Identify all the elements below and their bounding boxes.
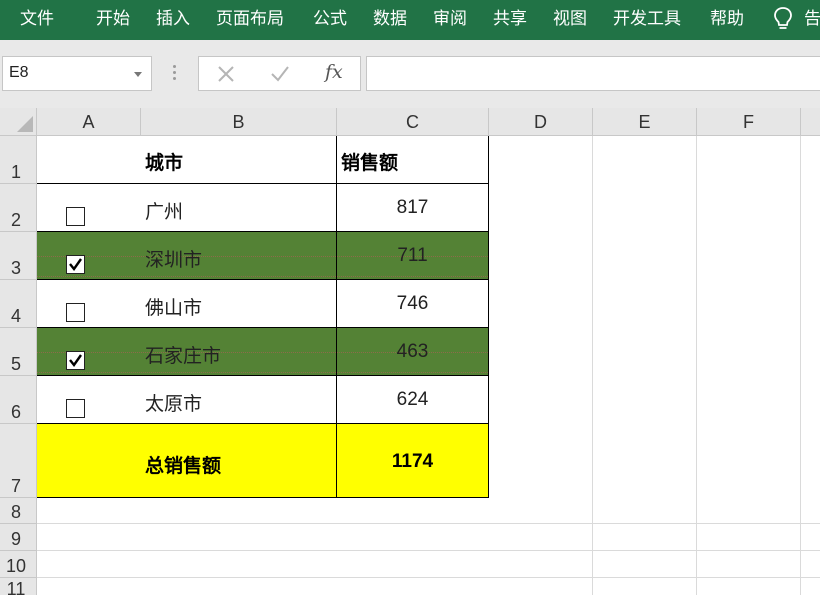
tab-help[interactable]: 帮助: [710, 8, 744, 30]
drag-handle-icon[interactable]: [173, 65, 176, 81]
tab-formulas[interactable]: 公式: [313, 8, 347, 30]
checkbox-checked[interactable]: [66, 351, 85, 370]
tab-share[interactable]: 共享: [493, 8, 527, 30]
row-header-4[interactable]: 4: [0, 280, 37, 328]
gridline: [800, 136, 801, 595]
table-header-row: 城市 销售额: [37, 136, 488, 184]
row-header-1[interactable]: 1: [0, 136, 37, 184]
gridline: [696, 136, 697, 595]
tab-data[interactable]: 数据: [373, 8, 407, 30]
column-header-d[interactable]: D: [489, 108, 593, 136]
name-box[interactable]: E8: [2, 56, 152, 91]
total-label: 总销售额: [145, 455, 222, 477]
table-row: 广州 817: [37, 184, 488, 232]
table-row: 太原市 624: [37, 376, 488, 424]
column-header-c[interactable]: C: [337, 108, 489, 136]
gridline: [592, 136, 593, 595]
formula-bar: E8 fx: [0, 40, 820, 108]
header-sales: 销售额: [341, 152, 399, 174]
total-row: 总销售额 1174: [37, 424, 488, 498]
checkmark-icon: [69, 354, 82, 368]
tab-page-layout[interactable]: 页面布局: [216, 8, 284, 30]
row-header-10[interactable]: 10: [0, 551, 37, 578]
cancel-icon[interactable]: [215, 63, 237, 85]
table-border: [488, 136, 489, 498]
row-header-3[interactable]: 3: [0, 232, 37, 280]
table-row: 深圳市 711: [37, 232, 488, 280]
table-row: 佛山市 746: [37, 280, 488, 328]
lightbulb-icon[interactable]: [772, 6, 794, 32]
table-row: 石家庄市 463: [37, 328, 488, 376]
chevron-down-icon[interactable]: [134, 72, 142, 77]
spreadsheet-grid[interactable]: A B C D E F 1 2 3 4 5 6 7 8 9 10 11 城市 销…: [0, 108, 820, 595]
tab-view[interactable]: 视图: [553, 8, 587, 30]
tab-developer[interactable]: 开发工具: [613, 8, 681, 30]
checkbox-unchecked[interactable]: [66, 207, 85, 226]
enter-check-icon[interactable]: [269, 63, 291, 85]
row-header-5[interactable]: 5: [0, 328, 37, 376]
row-header-7[interactable]: 7: [0, 424, 37, 498]
formula-input[interactable]: [366, 56, 820, 91]
column-header-f[interactable]: F: [697, 108, 801, 136]
sales-cell: 624: [396, 389, 429, 410]
table-border: [37, 183, 488, 184]
total-value: 1174: [391, 451, 434, 472]
gridline: [37, 550, 820, 551]
sales-cell: 746: [396, 293, 429, 314]
gridline: [37, 523, 820, 524]
checkbox-unchecked[interactable]: [66, 303, 85, 322]
formula-buttons: fx: [198, 56, 361, 91]
city-cell: 石家庄市: [145, 345, 222, 367]
column-header-g[interactable]: [801, 108, 820, 136]
insert-function-icon[interactable]: fx: [325, 61, 343, 83]
table-border: [37, 423, 488, 424]
checkmark-icon: [69, 258, 82, 272]
tab-file[interactable]: 文件: [20, 8, 54, 30]
row-header-9[interactable]: 9: [0, 524, 37, 551]
checkbox-checked[interactable]: [66, 255, 85, 274]
city-cell: 深圳市: [145, 249, 203, 271]
table-border: [37, 497, 488, 498]
name-box-value: E8: [9, 64, 29, 81]
city-cell: 广州: [145, 201, 184, 223]
row-header-6[interactable]: 6: [0, 376, 37, 424]
table-border: [37, 231, 488, 232]
tab-home[interactable]: 开始: [96, 8, 130, 30]
tell-me-search[interactable]: 告: [804, 8, 820, 30]
tab-review[interactable]: 审阅: [433, 8, 467, 30]
select-all-corner[interactable]: [0, 108, 37, 136]
checkbox-unchecked[interactable]: [66, 399, 85, 418]
gridline: [37, 577, 820, 578]
column-header-b[interactable]: B: [141, 108, 337, 136]
row-header-11[interactable]: 11: [0, 578, 37, 595]
city-cell: 佛山市: [145, 297, 203, 319]
table-border: [37, 375, 488, 376]
ribbon-menu-bar: 文件 开始 插入 页面布局 公式 数据 审阅 共享 视图 开发工具 帮助 告: [0, 0, 820, 40]
table-border: [37, 279, 488, 280]
column-header-e[interactable]: E: [593, 108, 697, 136]
city-cell: 太原市: [145, 393, 203, 415]
tab-insert[interactable]: 插入: [156, 8, 190, 30]
table-border: [37, 327, 488, 328]
table-border: [336, 136, 337, 498]
header-city: 城市: [145, 152, 184, 174]
column-header-a[interactable]: A: [37, 108, 141, 136]
sales-cell: 463: [396, 341, 429, 362]
sales-cell: 711: [397, 245, 428, 266]
row-header-8[interactable]: 8: [0, 498, 37, 524]
sales-cell: 817: [396, 197, 429, 218]
row-header-2[interactable]: 2: [0, 184, 37, 232]
